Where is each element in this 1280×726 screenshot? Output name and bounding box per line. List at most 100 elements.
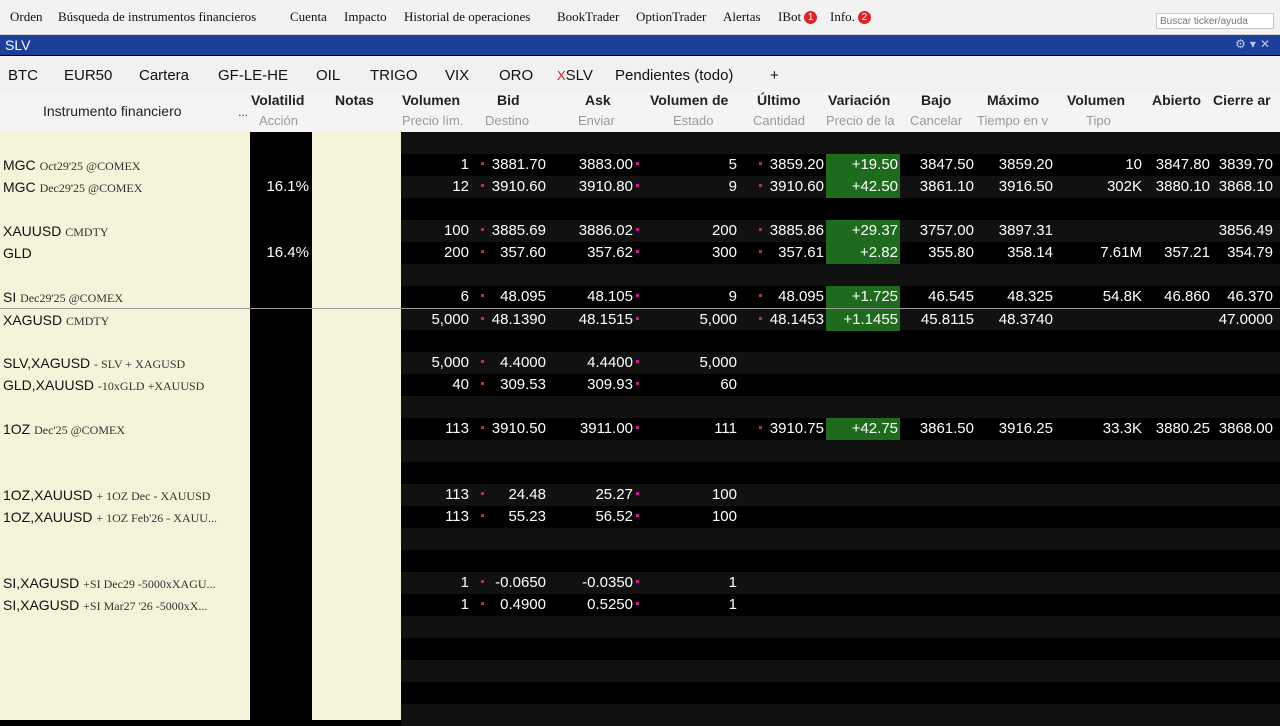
menu-alertas[interactable]: Alertas — [723, 9, 761, 25]
instrument-cell[interactable]: SLV,XAGUSD - SLV + XAGUSD — [3, 354, 185, 373]
menu-orden[interactable]: Orden — [10, 9, 43, 25]
tab-pendientes[interactable]: Pendientes (todo) — [615, 67, 733, 84]
instrument-cell[interactable]: MGC Oct29'25 @COMEX — [3, 156, 140, 175]
tab-eur50[interactable]: EUR50 — [64, 67, 112, 84]
col-instrumento[interactable]: Instrumento financiero — [43, 103, 182, 119]
menu-optiontrader[interactable]: OptionTrader — [636, 9, 706, 25]
table-row[interactable]: SI Dec29'25 @COMEX +1.725 6 48.095 48.105 9 48… — [0, 286, 1280, 308]
menu-ibot[interactable]: IBot 1 — [778, 9, 818, 25]
table-row[interactable]: 1OZ Dec'25 @COMEX +42.75 113 3910.50 3911.00… — [0, 418, 1280, 440]
table-row[interactable]: XAUUSD CMDTY +29.37 100 3885.69 3886.02 200 38… — [0, 220, 1280, 242]
col-precio-lim[interactable]: Precio lím. — [402, 113, 472, 129]
tab-btc[interactable]: BTC — [8, 67, 38, 84]
tab-close-icon[interactable]: X — [557, 68, 566, 83]
instrument-cell[interactable]: XAUUSD CMDTY — [3, 222, 109, 241]
instrument-cell[interactable]: MGC Dec29'25 @COMEX — [3, 178, 142, 197]
low-cell: 3861.10 — [919, 178, 974, 195]
bid-cell: 3881.70 — [491, 156, 546, 173]
col-bajo[interactable]: Bajo — [921, 92, 961, 111]
col-cierre[interactable]: Cierre ar — [1213, 92, 1280, 111]
change-value: +19.50 — [851, 156, 898, 173]
table-row[interactable]: MGC Oct29'25 @COMEX +19.50 1 3881.70 3883.00… — [0, 154, 1280, 176]
instrument-cell[interactable]: SI Dec29'25 @COMEX — [3, 288, 123, 307]
col-volumen[interactable]: Volumen — [402, 92, 472, 111]
col-precio-de[interactable]: Precio de la — [826, 113, 901, 129]
table-row[interactable]: 1OZ,XAUUSD + 1OZ Dec - XAUUSD 113 24.48 25.… — [0, 484, 1280, 506]
col-notas[interactable]: Notas — [335, 92, 395, 111]
tab-oro[interactable]: ORO — [499, 67, 533, 84]
row-band-fill — [401, 396, 1280, 418]
col-destino[interactable]: Destino — [485, 113, 545, 129]
menu-info[interactable]: Info. 2 — [830, 9, 871, 25]
col-estado[interactable]: Estado — [673, 113, 733, 129]
col-enviar[interactable]: Enviar — [578, 113, 628, 129]
menu-impacto[interactable]: Impacto — [344, 9, 387, 25]
col-abierto[interactable]: Abierto — [1152, 92, 1212, 111]
price-tick-marker — [481, 228, 484, 231]
col-maximo[interactable]: Máximo — [987, 92, 1047, 111]
close-cell: 3868.10 — [1218, 178, 1273, 195]
settings-icon[interactable]: ⚙ — [1235, 37, 1250, 51]
price-tick-marker — [759, 184, 762, 187]
instrument-cell[interactable]: 1OZ,XAUUSD + 1OZ Feb'26 - XAUU... — [3, 508, 217, 527]
add-tab-button[interactable]: + — [770, 67, 779, 84]
last-cell: 3910.75 — [769, 420, 824, 437]
last-cell: 48.1453 — [769, 311, 824, 328]
chevron-down-icon[interactable]: ▾ — [1250, 37, 1260, 51]
table-row[interactable]: SLV,XAGUSD - SLV + XAGUSD 5,000 4.4000 4.44… — [0, 352, 1280, 374]
col-tiempo[interactable]: Tiempo en v — [977, 113, 1057, 129]
tab-vix[interactable]: VIX — [445, 67, 469, 84]
bid-cell: -0.0650 — [495, 574, 546, 591]
bid-cell: 24.48 — [508, 486, 546, 503]
col-instrumento-more[interactable]: ... — [238, 105, 248, 119]
col-variacion[interactable]: Variación — [828, 92, 903, 111]
col-accion[interactable]: Acción — [259, 113, 311, 129]
instrument-cell[interactable]: GLD — [3, 244, 32, 263]
instrument-cell[interactable]: SI,XAGUSD +SI Dec29 -5000xXAGU... — [3, 574, 216, 593]
table-row[interactable]: SI,XAGUSD +SI Mar27 '26 -5000xX... 1 0.490… — [0, 594, 1280, 616]
asize-cell: 5,000 — [699, 354, 737, 371]
menu-busqueda[interactable]: Búsqueda de instrumentos financieros — [58, 9, 256, 25]
table-row[interactable]: XAGUSD CMDTY +1.1455 5,000 48.1390 48.1515 5,… — [0, 308, 1280, 331]
table-row[interactable]: GLD,XAUUSD -10xGLD +XAUUSD 40 309.53 309.93… — [0, 374, 1280, 396]
menu-historial[interactable]: Historial de operaciones — [404, 9, 530, 25]
table-row[interactable]: MGC Dec29'25 @COMEX 16.1% +42.50 12 3910.60 3… — [0, 176, 1280, 198]
tab-trigo[interactable]: TRIGO — [370, 67, 418, 84]
ask-cell: 3911.00 — [579, 420, 633, 437]
instrument-cell[interactable]: 1OZ Dec'25 @COMEX — [3, 420, 125, 439]
close-icon[interactable]: ✕ — [1260, 37, 1274, 51]
tab-gf-le-he[interactable]: GF-LE-HE — [218, 67, 288, 84]
change-value: +42.50 — [851, 178, 898, 195]
low-cell: 3861.50 — [919, 420, 974, 437]
col-ultimo[interactable]: Último — [757, 92, 812, 111]
col-cancelar[interactable]: Cancelar — [910, 113, 970, 129]
search-input[interactable] — [1156, 13, 1274, 29]
instrument-cell[interactable]: 1OZ,XAUUSD + 1OZ Dec - XAUUSD — [3, 486, 210, 505]
tab-cartera[interactable]: Cartera — [139, 67, 189, 84]
tab-oil[interactable]: OIL — [316, 67, 340, 84]
col-volatilidad[interactable]: Volatilid — [251, 92, 311, 111]
price-tick-marker — [759, 250, 762, 253]
table-row[interactable]: 1OZ,XAUUSD + 1OZ Feb'26 - XAUU... 113 55.2… — [0, 506, 1280, 528]
instrument-cell[interactable]: SI,XAGUSD +SI Mar27 '26 -5000xX... — [3, 596, 207, 615]
menu-booktrader[interactable]: BookTrader — [557, 9, 619, 25]
price-tick-marker — [636, 426, 639, 429]
asize-cell: 1 — [728, 596, 737, 613]
instrument-cell[interactable]: GLD,XAUUSD -10xGLD +XAUUSD — [3, 376, 204, 395]
tab-slv[interactable]: XSLV — [557, 67, 593, 84]
col-volumen-de[interactable]: Volumen de — [650, 92, 740, 111]
volume-cell: 33.3K — [1102, 420, 1142, 437]
col-bid[interactable]: Bid — [497, 92, 537, 111]
high-cell: 3916.50 — [998, 178, 1053, 195]
table-row[interactable]: SI,XAGUSD +SI Dec29 -5000xXAGU... 1 -0.065… — [0, 572, 1280, 594]
col-tipo[interactable]: Tipo — [1086, 113, 1126, 129]
asize-cell: 60 — [720, 376, 737, 393]
window-tools[interactable]: ⚙▾✕ — [1235, 37, 1274, 51]
col-volumen-2[interactable]: Volumen — [1067, 92, 1137, 111]
menu-cuenta[interactable]: Cuenta — [290, 9, 327, 25]
col-cantidad[interactable]: Cantidad — [753, 113, 813, 129]
close-cell: 3856.49 — [1218, 222, 1273, 239]
col-ask[interactable]: Ask — [585, 92, 625, 111]
table-row[interactable]: GLD 16.4% +2.82 200 357.60 357.62 300 357.61 35… — [0, 242, 1280, 264]
instrument-cell[interactable]: XAGUSD CMDTY — [3, 311, 109, 330]
